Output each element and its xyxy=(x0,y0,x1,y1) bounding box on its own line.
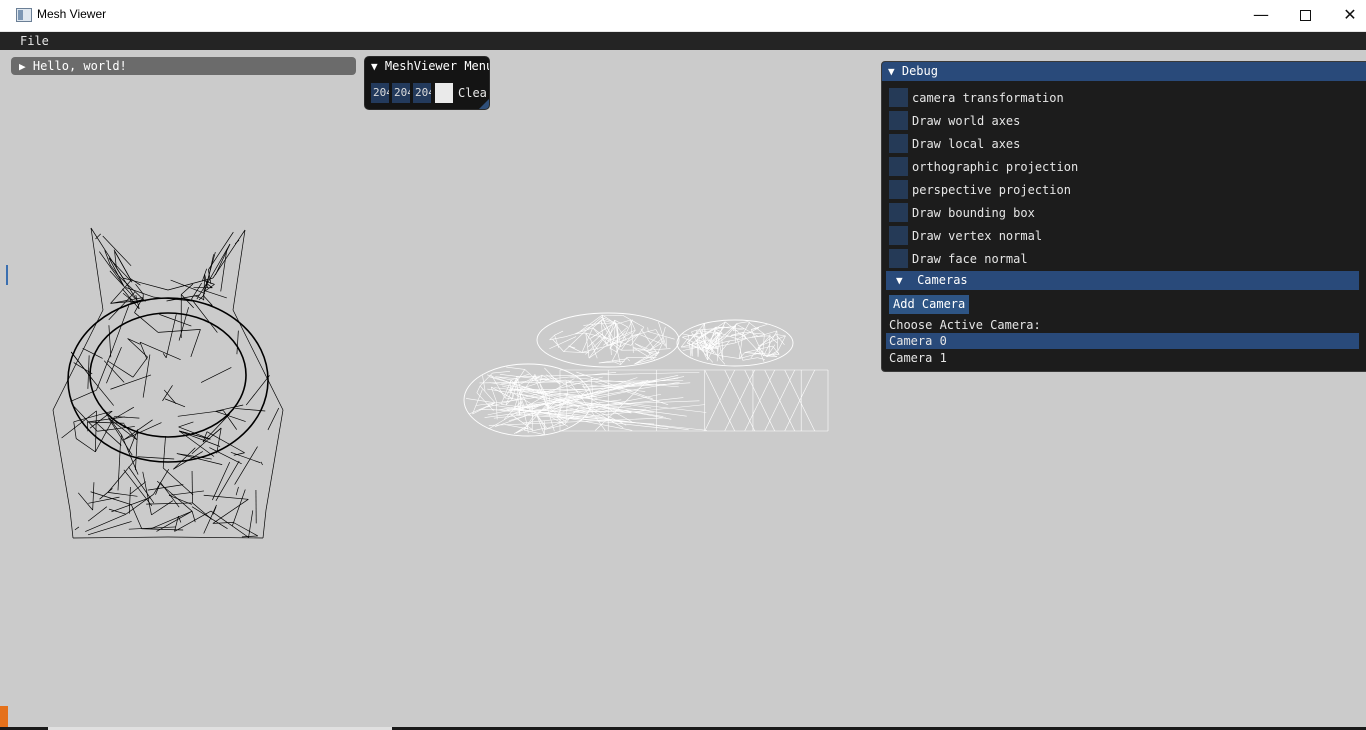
hello-window-title: Hello, world! xyxy=(32,59,127,73)
collapse-arrow-icon[interactable]: ▼ xyxy=(888,62,895,81)
color-swatch[interactable] xyxy=(435,83,453,103)
choose-camera-label: Choose Active Camera: xyxy=(889,318,1041,332)
menu-bar: File xyxy=(0,32,1366,50)
menu-file[interactable]: File xyxy=(20,33,49,49)
checkbox-label: camera transformation xyxy=(912,91,1064,105)
meshviewer-menu-window[interactable]: ▼ MeshViewer Menu 204 204 204 Clear xyxy=(364,56,490,110)
hello-window[interactable]: ▶ Hello, world! xyxy=(11,57,356,75)
checkbox-label: Draw face normal xyxy=(912,252,1028,266)
left-strip xyxy=(0,50,8,730)
checkbox-label: Draw world axes xyxy=(912,114,1021,128)
checkbox-label: orthographic projection xyxy=(912,160,1079,174)
debug-window[interactable]: ▼ Debug camera transformation Draw world … xyxy=(881,61,1366,372)
window-title: Mesh Viewer xyxy=(37,7,107,21)
add-camera-button[interactable]: Add Camera xyxy=(889,295,970,314)
checkbox[interactable] xyxy=(889,134,908,153)
color-b-input[interactable]: 204 xyxy=(413,83,431,103)
checkbox[interactable] xyxy=(889,88,908,107)
meshviewer-menu-header[interactable]: ▼ MeshViewer Menu xyxy=(365,57,489,75)
checkbox-label: Draw bounding box xyxy=(912,206,1035,220)
checkbox[interactable] xyxy=(889,249,908,268)
camera-list-item[interactable]: Camera 0 xyxy=(886,333,1359,349)
resize-grip[interactable] xyxy=(479,99,489,109)
minimize-button[interactable]: — xyxy=(1238,0,1284,31)
checkbox-label: Draw vertex normal xyxy=(912,229,1043,243)
checkbox-label: Draw local axes xyxy=(912,137,1021,151)
cameras-title: Cameras xyxy=(917,273,968,287)
collapse-arrow-icon[interactable]: ▼ xyxy=(896,271,903,290)
checkbox[interactable] xyxy=(889,226,908,245)
app-icon xyxy=(16,8,32,22)
checkbox[interactable] xyxy=(889,180,908,199)
maximize-icon xyxy=(1299,10,1311,21)
checkbox-label: perspective projection xyxy=(912,183,1071,197)
cameras-header[interactable]: ▼ Cameras xyxy=(886,271,1359,290)
camera-list-item[interactable]: Camera 1 xyxy=(886,350,1359,366)
color-g-input[interactable]: 204 xyxy=(392,83,410,103)
meshviewer-menu-title: MeshViewer Menu xyxy=(384,59,490,73)
debug-title: Debug xyxy=(901,64,938,78)
checkbox[interactable] xyxy=(889,111,908,130)
expand-arrow-icon[interactable]: ▶ xyxy=(19,58,26,76)
close-button[interactable]: ✕ xyxy=(1327,0,1366,31)
collapse-arrow-icon[interactable]: ▼ xyxy=(371,58,378,76)
checkbox[interactable] xyxy=(889,157,908,176)
debug-header[interactable]: ▼ Debug xyxy=(882,62,1366,81)
title-bar: Mesh Viewer — ✕ xyxy=(0,0,1366,32)
maximize-button[interactable] xyxy=(1282,0,1328,31)
color-r-input[interactable]: 204 xyxy=(371,83,389,103)
dark-wireframe-mesh xyxy=(52,227,284,539)
light-wireframe-mesh xyxy=(463,312,829,437)
checkbox[interactable] xyxy=(889,203,908,222)
